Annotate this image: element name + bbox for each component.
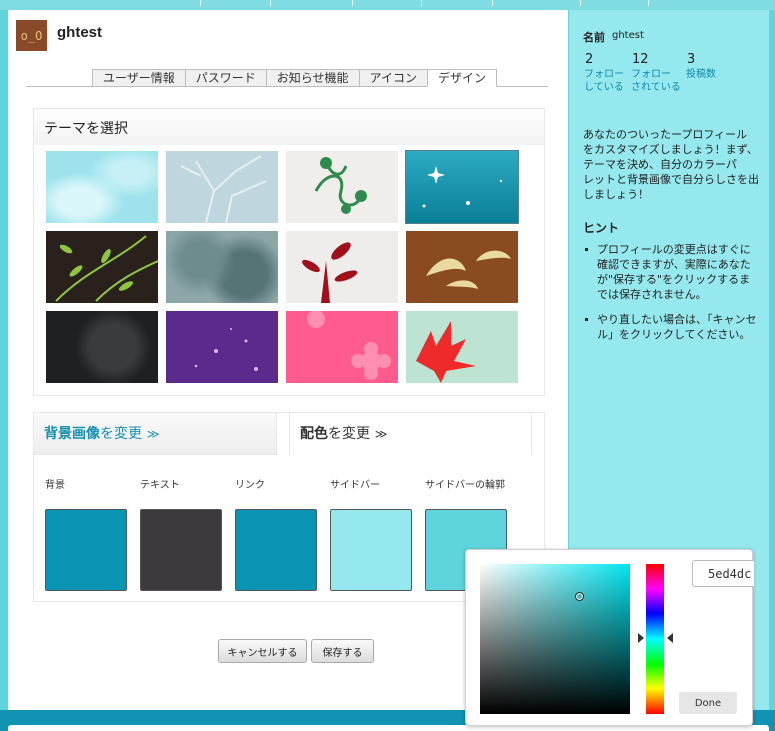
theme-heading: テーマを選択	[34, 109, 544, 145]
theme-birds-brown[interactable]	[406, 231, 518, 303]
swatch-label-text: テキスト	[140, 480, 180, 491]
hue-slider[interactable]	[646, 564, 664, 714]
swatch-sidebar[interactable]	[330, 509, 412, 591]
theme-pink-flowers[interactable]	[286, 311, 398, 383]
intro-line: レットと背景画像で自分らしさを出	[583, 173, 759, 186]
settings-tabs: ユーザー情報 パスワード お知らせ機能 アイコン デザイン	[92, 69, 497, 87]
hint-line: やり直したい場合は、「キャンセ	[597, 313, 757, 326]
stat-followers-line2: されている	[631, 82, 681, 93]
theme-sparkle-blue[interactable]	[405, 150, 519, 224]
hint-line: ル」をクリックしてください。	[597, 328, 751, 341]
tab-change-background[interactable]: 背景画像を変更 ≫	[33, 412, 277, 455]
intro-line: をカスタマイズしましょう！まず、	[583, 143, 758, 156]
swatch-link[interactable]	[235, 509, 317, 591]
stat-followers-line1: フォロー	[631, 69, 671, 80]
stat-following-line1: フォロー	[584, 69, 624, 80]
stat-followers-link[interactable]: フォロー されている	[631, 68, 681, 94]
stat-following-link[interactable]: フォロー している	[584, 68, 624, 94]
tab-change-colors[interactable]: 配色を変更 ≫	[289, 412, 532, 455]
hint-line: が"保存する"をクリックするま	[597, 273, 751, 286]
saturation-value-area[interactable]	[480, 564, 630, 714]
color-tab-rest: を変更	[328, 426, 370, 442]
chevron-right-icon: ≫	[374, 427, 388, 441]
color-tab-emph: 配色	[300, 426, 328, 442]
tab-notifications[interactable]: お知らせ機能	[265, 69, 359, 87]
sidebar-name-label: 名前	[583, 31, 605, 44]
hint-line: では保存されません。	[597, 288, 707, 301]
hue-pointer-right-icon	[667, 633, 673, 643]
stat-posts-count: 3	[687, 52, 696, 67]
swatch-label-link: リンク	[235, 480, 265, 491]
hint-title: ヒント	[583, 221, 620, 235]
username: ghtest	[57, 24, 102, 41]
theme-green-leaves[interactable]	[46, 231, 158, 303]
cancel-button[interactable]: キャンセルする	[218, 639, 307, 663]
hex-color-input[interactable]	[692, 560, 754, 587]
sidebar-intro: あなたのついったープロフィール をカスタマイズしましょう！まず、 テーマを決め、…	[583, 127, 763, 202]
theme-panel: テーマを選択	[33, 108, 545, 396]
intro-line: あなたのついったープロフィール	[583, 128, 748, 141]
done-button[interactable]: Done	[679, 692, 737, 714]
hint-item: やり直したい場合は、「キャンセ ル」をクリックしてください。	[585, 312, 760, 342]
hint-item: プロフィールの変更点はすぐに 確認できますが、実際にあなた が"保存する"をクリ…	[585, 242, 760, 302]
swatch-text[interactable]	[140, 509, 222, 591]
swatch-label-background: 背景	[45, 480, 65, 491]
bg-tab-rest: を変更	[100, 426, 142, 442]
theme-vines[interactable]	[286, 151, 398, 223]
hue-pointer-left-icon	[638, 633, 644, 643]
stat-posts-link[interactable]: 投稿数	[686, 68, 716, 81]
top-strip	[0, 0, 775, 10]
theme-bare-tree[interactable]	[166, 151, 278, 223]
tab-password[interactable]: パスワード	[184, 69, 266, 87]
intro-line: テーマを決め、自分のカラーパ	[583, 158, 737, 171]
hint-line: プロフィールの変更点はすぐに	[597, 243, 751, 256]
tab-design[interactable]: デザイン	[426, 69, 497, 87]
color-picker: Done	[465, 549, 754, 726]
theme-dark-trees[interactable]	[46, 311, 158, 383]
stat-following-line2: している	[584, 82, 624, 93]
tab-user-info[interactable]: ユーザー情報	[92, 69, 185, 87]
theme-red-plant[interactable]	[286, 231, 398, 303]
swatch-background[interactable]	[45, 509, 127, 591]
theme-red-maple[interactable]	[406, 311, 518, 383]
tab-icon[interactable]: アイコン	[358, 69, 427, 87]
theme-clouds[interactable]	[46, 151, 158, 223]
avatar[interactable]: o_O	[16, 20, 47, 51]
hint-line: 確認できますが、実際にあなた	[597, 258, 751, 271]
bg-tab-emph: 背景画像	[44, 426, 100, 442]
stat-followers-count: 12	[632, 52, 649, 67]
intro-line: しましょう！	[583, 188, 649, 201]
theme-foliage-grey[interactable]	[166, 231, 278, 303]
chevron-right-icon: ≫	[146, 427, 160, 441]
stat-following-count: 2	[585, 52, 594, 67]
hint-list: プロフィールの変更点はすぐに 確認できますが、実際にあなた が"保存する"をクリ…	[585, 242, 760, 352]
save-button[interactable]: 保存する	[311, 639, 374, 663]
picker-cursor[interactable]	[575, 592, 584, 601]
sidebar-name-value: ghtest	[612, 30, 644, 41]
swatch-label-sidebar: サイドバー	[330, 480, 380, 491]
swatch-label-sidebar-border: サイドバーの輪郭	[425, 480, 505, 491]
theme-purple-stars[interactable]	[166, 311, 278, 383]
